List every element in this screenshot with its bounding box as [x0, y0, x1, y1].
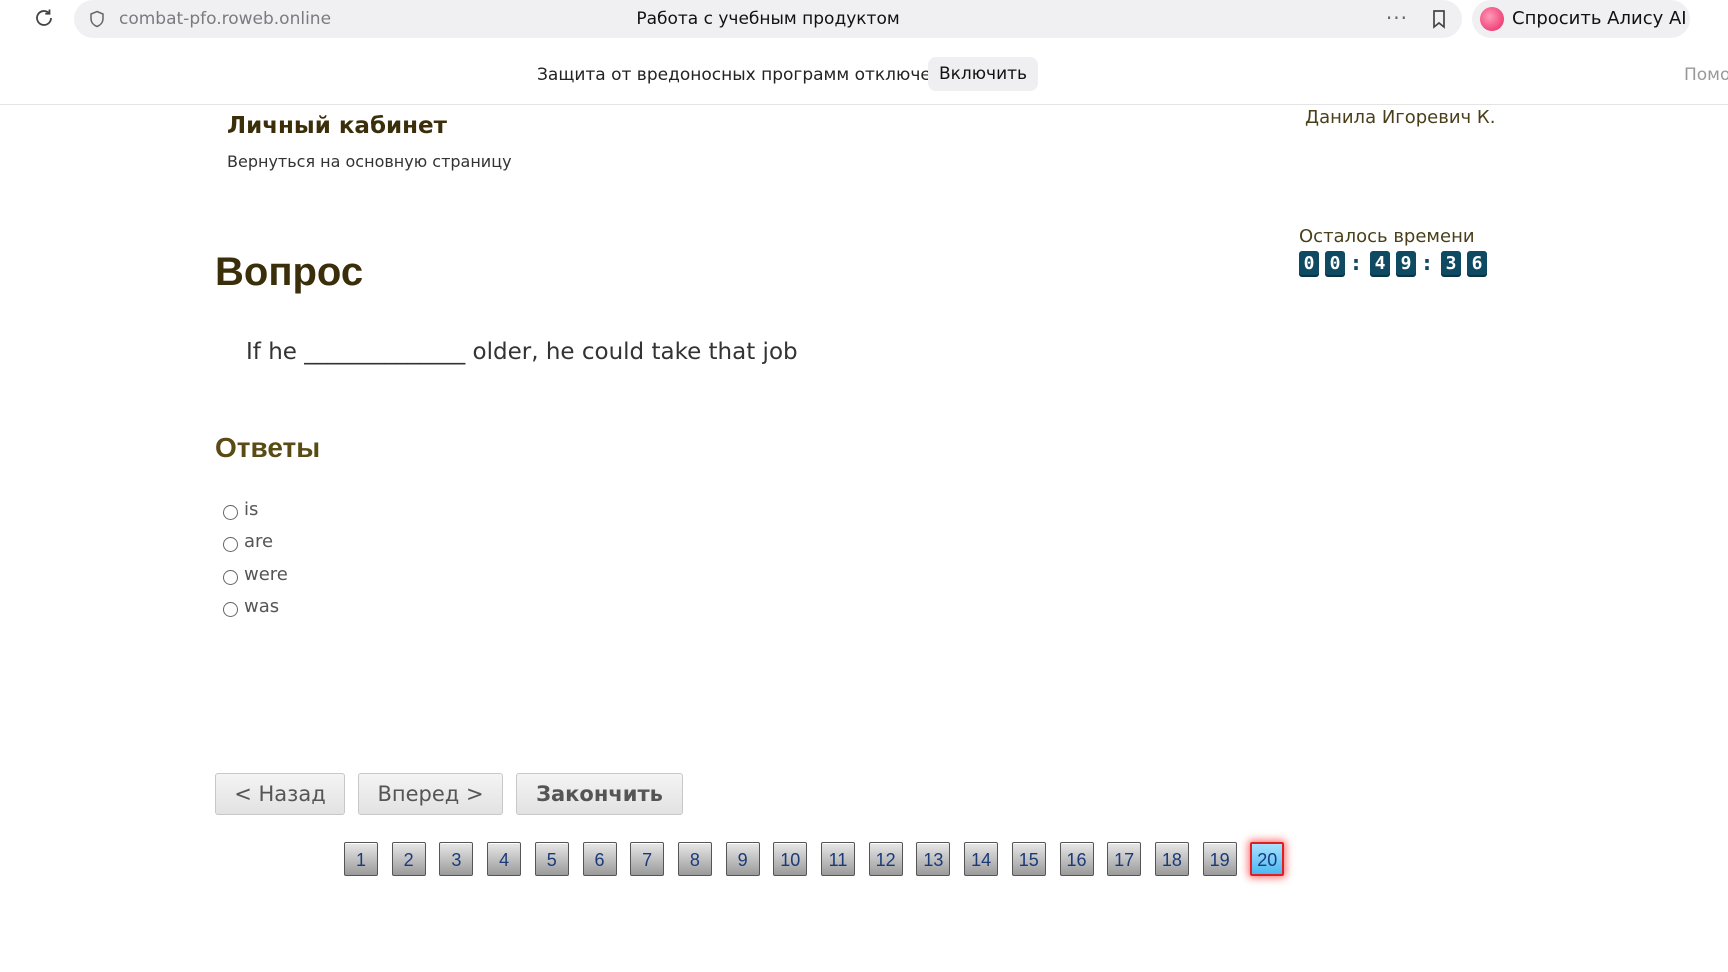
page-button-19[interactable]: 19 — [1202, 842, 1237, 876]
security-warning-bar: Защита от вредоносных программ отключена… — [0, 50, 1728, 105]
page-button-10[interactable]: 10 — [773, 842, 808, 876]
page-button-13[interactable]: 13 — [916, 842, 951, 876]
page-button-14[interactable]: 14 — [964, 842, 999, 876]
answer-label[interactable]: were — [244, 564, 288, 585]
page-button-5[interactable]: 5 — [534, 842, 569, 876]
user-name: Данила Игоревич К. — [1305, 107, 1496, 128]
answer-label[interactable]: was — [244, 596, 279, 617]
cabinet-title[interactable]: Личный кабинет — [227, 113, 447, 139]
ask-alice-label: Спросить Алису AI — [1512, 8, 1687, 29]
security-warning-text: Защита от вредоносных программ отключена — [537, 65, 953, 85]
back-button[interactable]: < Назад — [215, 773, 345, 815]
answer-label[interactable]: is — [244, 499, 258, 520]
back-to-main-link[interactable]: Вернуться на основную страницу — [227, 152, 512, 171]
radio-button[interactable] — [223, 602, 238, 617]
alice-icon — [1480, 7, 1504, 31]
timer-separator: : — [1423, 251, 1431, 275]
question-text: If he ______________ older, he could tak… — [246, 339, 798, 365]
browser-toolbar: combat-pfo.roweb.online Работа с учебным… — [0, 0, 1728, 38]
timer-digit: 4 — [1370, 251, 1390, 277]
answer-label[interactable]: are — [244, 531, 273, 552]
page-button-2[interactable]: 2 — [391, 842, 426, 876]
finish-button[interactable]: Закончить — [516, 773, 683, 815]
page-button-3[interactable]: 3 — [439, 842, 474, 876]
page-button-1[interactable]: 1 — [344, 842, 378, 876]
page-button-6[interactable]: 6 — [582, 842, 617, 876]
page-button-7[interactable]: 7 — [630, 842, 665, 876]
next-button[interactable]: Вперед > — [358, 773, 503, 815]
timer-digit: 0 — [1299, 251, 1319, 277]
timer-digit: 0 — [1325, 251, 1345, 277]
help-link[interactable]: Помо — [1684, 65, 1728, 85]
ask-alice-button[interactable]: Спросить Алису AI — [1472, 0, 1690, 38]
radio-button[interactable] — [223, 505, 238, 520]
page-button-4[interactable]: 4 — [487, 842, 522, 876]
page-button-18[interactable]: 18 — [1154, 842, 1189, 876]
radio-button[interactable] — [223, 537, 238, 552]
page-button-8[interactable]: 8 — [677, 842, 712, 876]
radio-button[interactable] — [223, 570, 238, 585]
more-icon[interactable]: ··· — [1386, 6, 1408, 30]
page-button-12[interactable]: 12 — [868, 842, 903, 876]
enable-protection-button[interactable]: Включить — [928, 57, 1038, 91]
reload-icon[interactable] — [32, 6, 56, 30]
page-button-11[interactable]: 11 — [821, 842, 855, 876]
bookmark-icon[interactable] — [1428, 8, 1450, 30]
timer-separator: : — [1352, 251, 1360, 275]
page-button-17[interactable]: 17 — [1107, 842, 1142, 876]
page-button-9[interactable]: 9 — [725, 842, 760, 876]
page-button-15[interactable]: 15 — [1011, 842, 1046, 876]
timer-label: Осталось времени — [1299, 226, 1475, 247]
answers-heading: Ответы — [215, 432, 321, 463]
question-heading: Вопрос — [215, 250, 364, 294]
page-button-20-current[interactable]: 20 — [1250, 842, 1285, 876]
tab-title: Работа с учебным продуктом — [636, 9, 900, 29]
page-button-16[interactable]: 16 — [1059, 842, 1094, 876]
timer-digit: 3 — [1441, 251, 1461, 277]
address-bar[interactable]: combat-pfo.roweb.online Работа с учебным… — [74, 0, 1462, 38]
timer-digit: 9 — [1396, 251, 1416, 277]
timer-digit: 6 — [1467, 251, 1487, 277]
